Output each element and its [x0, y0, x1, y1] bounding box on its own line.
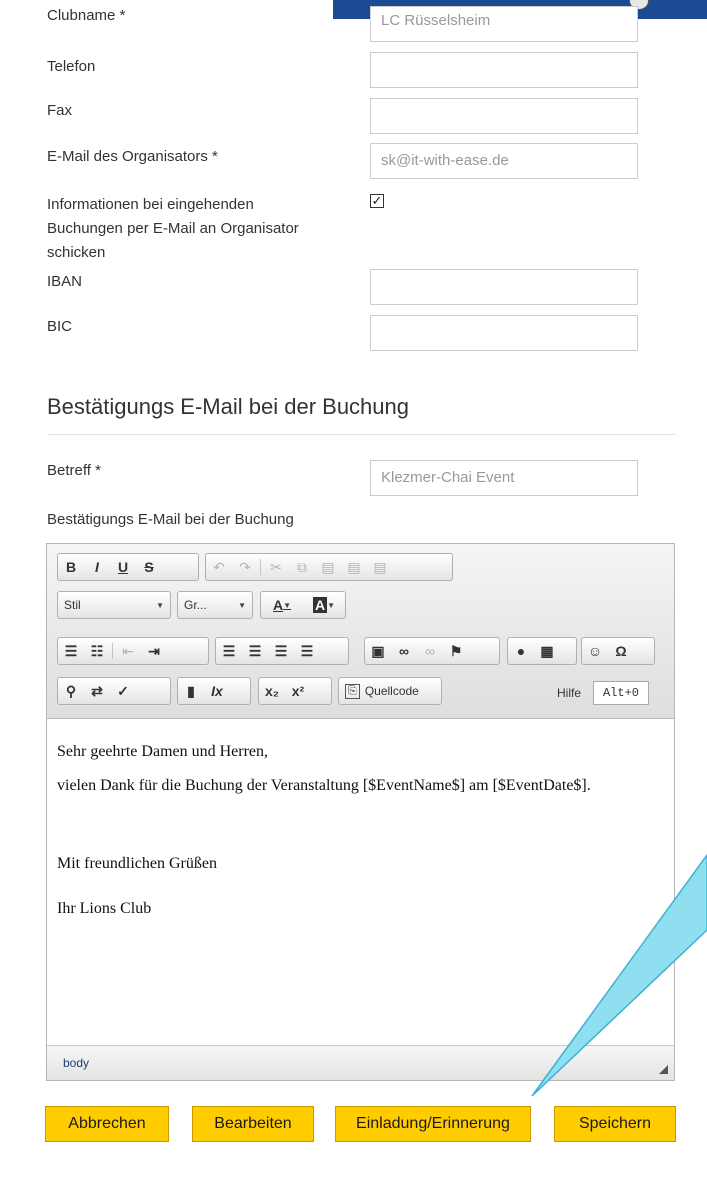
save-button[interactable]: Speichern — [554, 1106, 676, 1142]
cancel-button[interactable]: Abbrechen — [45, 1106, 169, 1142]
callout-annotation — [531, 853, 707, 1097]
invitation-reminder-button[interactable]: Einladung/Erinnerung — [335, 1106, 531, 1142]
callout-pointer — [531, 853, 707, 1097]
edit-button[interactable]: Bearbeiten — [192, 1106, 314, 1142]
